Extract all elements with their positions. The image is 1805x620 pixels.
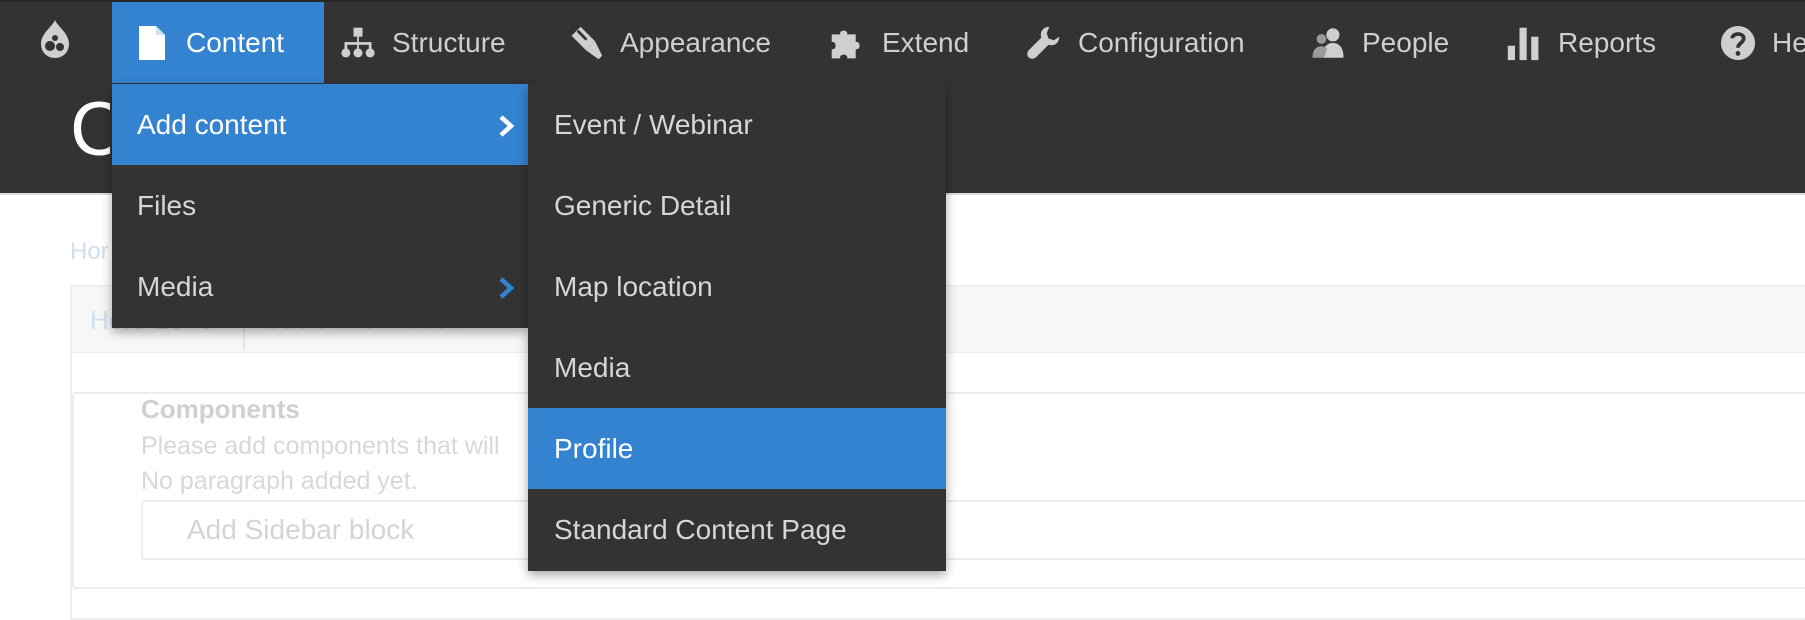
menu-item-files[interactable]: Files [112, 165, 528, 246]
toolbar-tab-people[interactable]: People [1310, 2, 1470, 83]
chevron-right-icon [494, 113, 518, 137]
menu-item-label: Map location [554, 270, 713, 302]
components-description: Please add components that will [141, 432, 500, 460]
sitemap-icon [340, 22, 376, 64]
document-icon [134, 22, 170, 64]
help-icon [1720, 22, 1756, 64]
submenu-item-generic-detail[interactable]: Generic Detail [528, 165, 946, 246]
wrench-icon [1026, 22, 1062, 64]
toolbar-tab-label: Extend [882, 26, 970, 58]
toolbar-tab-structure[interactable]: Structure [340, 2, 530, 83]
toolbar-tab-label: Appearance [620, 26, 772, 58]
menu-item-label: Media [554, 351, 631, 383]
paint-brush-icon [568, 22, 604, 64]
menu-item-label: Standard Content Page [554, 513, 847, 545]
submenu-item-media[interactable]: Media [528, 327, 946, 408]
menu-item-label: Media [137, 270, 214, 302]
submenu-item-profile[interactable]: Profile [528, 408, 946, 489]
add-content-submenu: Event / Webinar Generic Detail Map locat… [528, 84, 946, 571]
toolbar-tab-configuration[interactable]: Configuration [1026, 2, 1270, 83]
toolbar-tab-content[interactable]: Content [112, 2, 324, 83]
components-empty-text: No paragraph added yet. [141, 467, 418, 495]
toolbar-tab-appearance[interactable]: Appearance [568, 2, 782, 83]
components-title: Components [141, 394, 300, 424]
toolbar-tab-help[interactable]: He [1720, 2, 1805, 83]
menu-item-add-content[interactable]: Add content [112, 84, 528, 165]
toolbar-tab-label: He [1772, 26, 1805, 58]
page-title: C [70, 92, 110, 168]
menu-item-label: Files [137, 189, 197, 221]
menu-item-label: Add content [137, 108, 287, 140]
toolbar-tab-label: Configuration [1078, 26, 1245, 58]
add-sidebar-block-button[interactable]: Add Sidebar block [141, 500, 1805, 560]
toolbar-tab-label: Reports [1558, 26, 1657, 58]
people-icon [1310, 22, 1346, 64]
toolbar-tab-extend[interactable]: Extend [830, 2, 980, 83]
drupal-drop-icon [38, 19, 72, 66]
menu-item-label: Generic Detail [554, 189, 732, 221]
toolbar-tab-label: Content [186, 26, 285, 58]
submenu-item-standard-content-page[interactable]: Standard Content Page [528, 489, 946, 570]
content-menu: Add content Files Media [112, 84, 528, 328]
chevron-right-icon [494, 275, 518, 299]
toolbar-tab-label: Structure [392, 26, 506, 58]
bar-chart-icon [1506, 22, 1542, 64]
breadcrumb[interactable]: Hor [70, 238, 115, 266]
toolbar-home[interactable] [26, 2, 84, 83]
menu-item-label: Profile [554, 432, 634, 464]
submenu-item-event-webinar[interactable]: Event / Webinar [528, 84, 946, 165]
puzzle-piece-icon [830, 22, 866, 64]
menu-item-media[interactable]: Media [112, 246, 528, 327]
menu-item-label: Event / Webinar [554, 108, 753, 140]
toolbar-tab-reports[interactable]: Reports [1506, 2, 1676, 83]
toolbar-tab-label: People [1362, 26, 1450, 58]
submenu-item-map-location[interactable]: Map location [528, 246, 946, 327]
